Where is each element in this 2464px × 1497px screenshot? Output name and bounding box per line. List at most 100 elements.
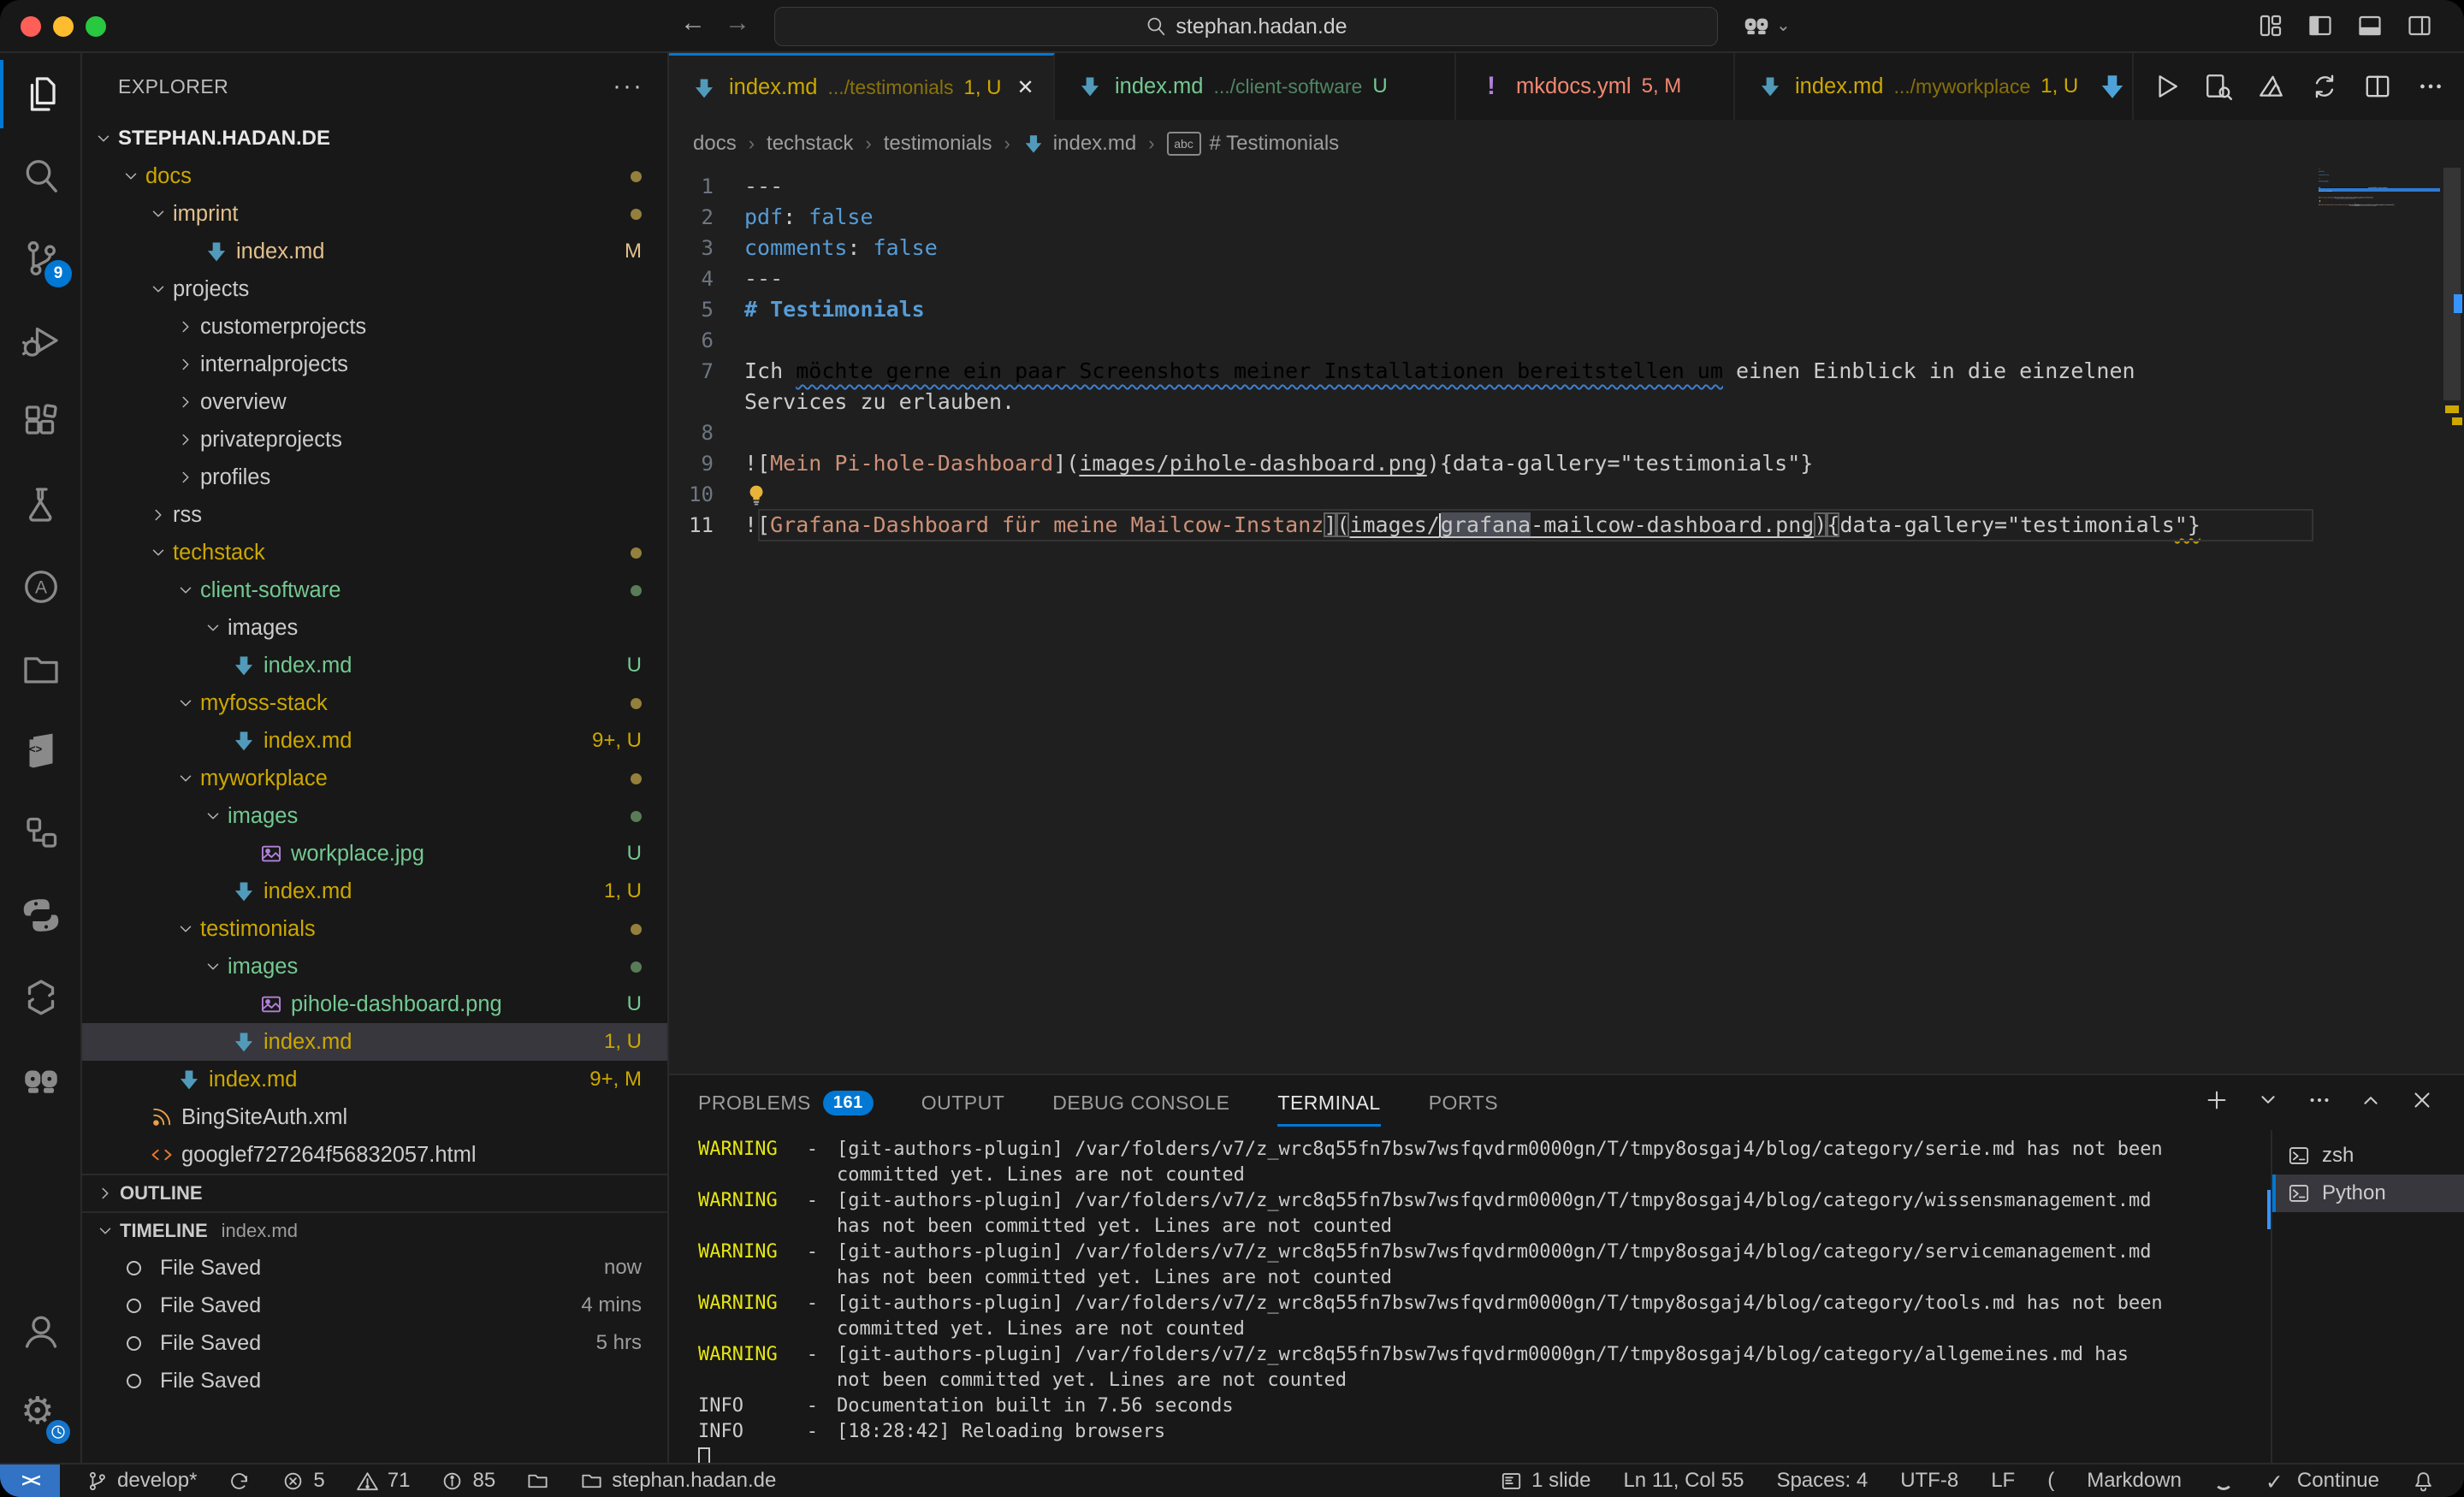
timeline-section[interactable]: TIMELINE index.md [82, 1211, 667, 1249]
tree-item-rss[interactable]: rss [82, 496, 667, 534]
tree-item-images[interactable]: images [82, 797, 667, 835]
tree-item-index.md[interactable]: index.md1, U [82, 873, 667, 910]
status--[interactable]: ( [2047, 1464, 2054, 1497]
tree-item-imprint[interactable]: imprint [82, 195, 667, 233]
tree-item-docs[interactable]: docs [82, 157, 667, 195]
more-icon[interactable] [2416, 72, 2445, 101]
status-spaces-4[interactable]: Spaces: 4 [1776, 1464, 1868, 1497]
spinner-icon[interactable] [2214, 1464, 2233, 1497]
tree-item-privateprojects[interactable]: privateprojects [82, 421, 667, 459]
breadcrumb[interactable]: docs›techstack›testimonials›index.md›abc… [669, 120, 2464, 168]
tree-item-myworkplace[interactable]: myworkplace [82, 760, 667, 797]
lightbulb-icon[interactable] [2319, 200, 2321, 202]
tree-item-images[interactable]: images [82, 609, 667, 647]
tree-item-customerprojects[interactable]: customerprojects [82, 308, 667, 346]
terminal-output[interactable]: WARNING-[git-authors-plugin] /var/folder… [698, 1137, 2267, 1463]
tree-item-workplace.jpg[interactable]: workplace.jpgU [82, 835, 667, 873]
timeline-item[interactable]: File Saved 5 hrs [82, 1324, 667, 1362]
sync-changes-icon[interactable] [2310, 72, 2339, 101]
status-1-slide[interactable]: 1 slide [1500, 1464, 1590, 1497]
status-sync[interactable] [228, 1464, 251, 1497]
preview-search-icon[interactable] [2204, 72, 2233, 101]
close-icon[interactable]: ✕ [1017, 75, 1034, 100]
copilot-menu[interactable]: ⌄ [1742, 10, 1791, 39]
breadcrumb-item[interactable]: techstack [767, 132, 853, 156]
status-bell[interactable] [2412, 1464, 2435, 1497]
activity-item-beaker[interactable] [0, 464, 82, 546]
tree-item-googlef727264f56832057.html[interactable]: googlef727264f56832057.html [82, 1136, 667, 1174]
activity-item-source-control[interactable]: 9 [0, 217, 82, 299]
status-markdown[interactable]: Markdown [2087, 1464, 2182, 1497]
minimap[interactable]: 1---2pdf: false3comments: false4---5# Te… [2319, 168, 2440, 459]
editor-scrollbar[interactable] [2440, 168, 2464, 1074]
panel-tab-debug-console[interactable]: DEBUG CONSOLE [1052, 1075, 1229, 1130]
tree-item-index.md[interactable]: index.md1, U [82, 1023, 667, 1061]
status-folder2[interactable] [526, 1464, 549, 1497]
customize-layout-icon[interactable] [2257, 12, 2284, 39]
status-utf-8[interactable]: UTF-8 [1900, 1464, 1958, 1497]
back-icon[interactable]: ← [680, 9, 706, 38]
zoom-window-button[interactable] [86, 16, 106, 37]
tree-item-profiles[interactable]: profiles [82, 459, 667, 496]
minimize-window-button[interactable] [53, 16, 74, 37]
tree-item-testimonials[interactable]: testimonials [82, 910, 667, 948]
breadcrumb-item[interactable]: abc# Testimonials [1167, 132, 1340, 156]
panel-tab-output[interactable]: OUTPUT [921, 1075, 1005, 1130]
activity-item-org-chart[interactable] [0, 792, 82, 874]
toggle-sidebar-icon[interactable] [2307, 12, 2334, 39]
activity-item-circle-a[interactable]: A [0, 546, 82, 628]
marp-icon[interactable] [2257, 72, 2286, 101]
chev-up-icon[interactable] [2358, 1087, 2384, 1113]
editor-tab-index.md[interactable]: index.md .../testimonials 1, U ✕ [669, 53, 1055, 120]
forward-icon[interactable]: → [725, 9, 750, 38]
status-develop-[interactable]: develop* [86, 1464, 197, 1497]
activity-item-folder[interactable] [0, 628, 82, 710]
activity-item-extensions[interactable] [0, 382, 82, 464]
tree-item-index.md[interactable]: index.mdM [82, 233, 667, 270]
tree-item-index.md[interactable]: index.md9+, M [82, 1061, 667, 1098]
breadcrumb-item[interactable]: docs [693, 132, 737, 156]
breadcrumb-item[interactable]: index.md [1022, 132, 1136, 156]
panel-tab-problems[interactable]: PROBLEMS 161 [698, 1075, 874, 1130]
activity-item-book-code[interactable]: <> [0, 710, 82, 792]
status-lf[interactable]: LF [1991, 1464, 2015, 1497]
tree-item-projects[interactable]: projects [82, 270, 667, 308]
tree-item-internalprojects[interactable]: internalprojects [82, 346, 667, 383]
lightbulb-icon[interactable] [744, 482, 768, 506]
tree-item-overview[interactable]: overview [82, 383, 667, 421]
close-x-icon[interactable] [2409, 1087, 2435, 1113]
close-window-button[interactable] [21, 16, 41, 37]
status-71[interactable]: 71 [356, 1464, 411, 1497]
timeline-item[interactable]: File Saved now [82, 1249, 667, 1287]
activity-item-copilot[interactable] [0, 1038, 82, 1121]
activity-item-account[interactable] [0, 1290, 82, 1372]
tree-item-client-software[interactable]: client-software [82, 571, 667, 609]
code-editor[interactable]: 1---2pdf: false3comments: false4---5# Te… [669, 168, 2464, 1074]
tree-item-STEPHAN.HADAN.DE[interactable]: STEPHAN.HADAN.DE [82, 120, 667, 157]
breadcrumb-item[interactable]: testimonials [884, 132, 992, 156]
tree-item-index.md[interactable]: index.md9+, U [82, 722, 667, 760]
status-5[interactable]: 5 [281, 1464, 324, 1497]
terminal-instance-zsh[interactable]: zsh [2272, 1137, 2464, 1175]
editor-tab-index.md[interactable]: index.md .../myworkplace 1, U [1735, 53, 2134, 120]
activity-item-gear[interactable]: ⚙ [0, 1372, 82, 1454]
activity-item-files[interactable] [0, 53, 82, 135]
panel-tab-terminal[interactable]: TERMINAL [1277, 1075, 1380, 1130]
panel-tab-ports[interactable]: PORTS [1429, 1075, 1498, 1130]
toggle-secondary-sidebar-icon[interactable] [2406, 12, 2433, 39]
tree-item-index.md[interactable]: index.mdU [82, 647, 667, 684]
activity-item-python[interactable] [0, 874, 82, 956]
activity-item-run-debug[interactable] [0, 299, 82, 382]
activity-item-hexagon[interactable] [0, 956, 82, 1038]
run-icon[interactable] [2151, 72, 2180, 101]
tree-item-myfoss-stack[interactable]: myfoss-stack [82, 684, 667, 722]
status-continue[interactable]: ✓Continue [2266, 1464, 2379, 1497]
plus-icon[interactable] [2204, 1087, 2230, 1113]
editor-tab-index.md[interactable]: index.md .../client-software U [1055, 53, 1456, 120]
tree-item-images[interactable]: images [82, 948, 667, 985]
terminal-instance-Python[interactable]: Python [2272, 1175, 2464, 1212]
tree-item-pihole-dashboard.png[interactable]: pihole-dashboard.pngU [82, 985, 667, 1023]
tree-item-techstack[interactable]: techstack [82, 534, 667, 571]
more-h-icon[interactable] [2307, 1087, 2332, 1113]
timeline-item[interactable]: File Saved [82, 1362, 667, 1399]
